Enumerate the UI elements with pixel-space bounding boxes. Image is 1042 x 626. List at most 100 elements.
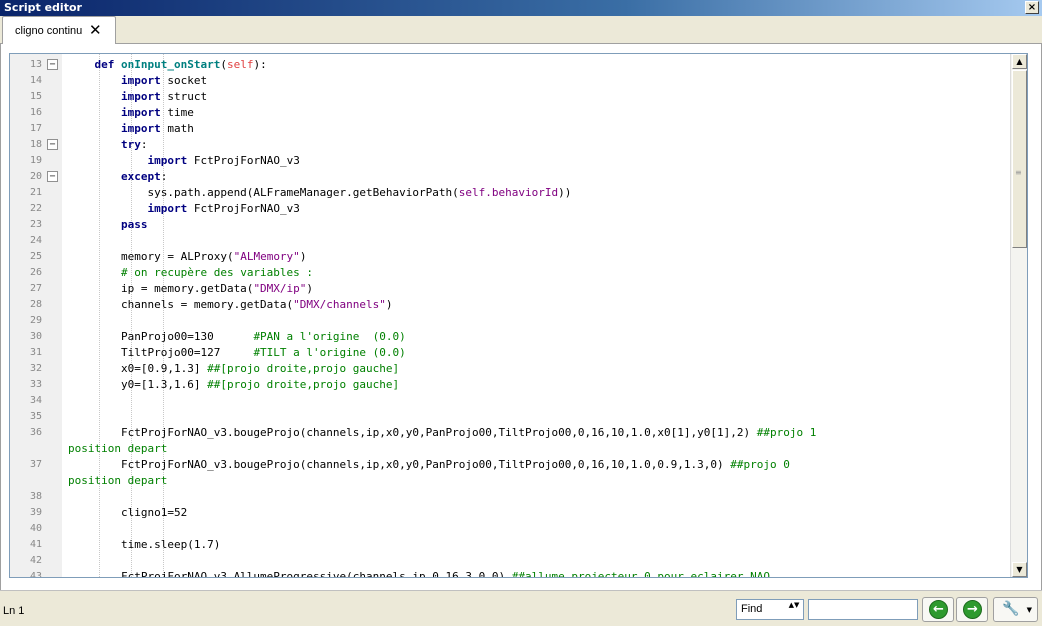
line-number: 14 [29, 75, 42, 86]
code-text: def onInput_onStart(self): [94, 58, 267, 71]
code-text: import time [120, 106, 194, 119]
code-text: y0=[1.3,1.6] ##[projo droite,projo gauch… [68, 378, 400, 391]
code-line[interactable]: 28 channels = memory.getData("DMX/channe… [10, 297, 1010, 313]
line-number: 31 [29, 347, 42, 358]
code-text: import struct [120, 90, 208, 103]
code-line[interactable]: 31 TiltProjo00=127 #TILT a l'origine (0.… [10, 345, 1010, 361]
fold-toggle-icon[interactable]: − [47, 59, 58, 70]
tab-bar: cligno continu ✕ [0, 16, 1042, 45]
code-line[interactable]: 38 [10, 489, 1010, 505]
code-line[interactable]: 33 y0=[1.3,1.6] ##[projo droite,projo ga… [10, 377, 1010, 393]
code-line[interactable]: 29 [10, 313, 1010, 329]
code-text: time.sleep(1.7) [68, 538, 221, 551]
line-number: 24 [29, 235, 42, 246]
code-line[interactable]: 40 [10, 521, 1010, 537]
find-mode-value: Find [741, 603, 763, 615]
code-line[interactable]: 26 # on recupère des variables : [10, 265, 1010, 281]
arrow-right-icon: → [963, 600, 982, 619]
line-number: 17 [29, 123, 42, 134]
find-next-button[interactable]: → [956, 597, 988, 622]
code-line[interactable]: 41 time.sleep(1.7) [10, 537, 1010, 553]
tab-cligno-continu[interactable]: cligno continu ✕ [2, 16, 116, 45]
code-text: FctProjForNAO_v3.AllumeProgressive(chann… [68, 570, 770, 578]
code-line-wrap[interactable]: position depart [10, 441, 1010, 457]
code-line[interactable]: 22 import FctProjForNAO_v3 [10, 201, 1010, 217]
code-line[interactable]: 20− except: [10, 169, 1010, 185]
code-line[interactable]: 30 PanProjo00=130 #PAN a l'origine (0.0) [10, 329, 1010, 345]
tools-menu-button[interactable]: 🔧 ▼ [993, 597, 1038, 622]
code-line[interactable]: 39 cligno1=52 [10, 505, 1010, 521]
find-previous-button[interactable]: ← [922, 597, 954, 622]
editor-panel: 13− def onInput_onStart(self): 14 import … [0, 44, 1042, 590]
line-number: 26 [29, 267, 42, 278]
code-editor[interactable]: 13− def onInput_onStart(self): 14 import … [9, 53, 1028, 578]
line-number: 23 [29, 219, 42, 230]
code-text: position depart [68, 474, 168, 487]
code-line[interactable]: 18− try: [10, 137, 1010, 153]
code-text: x0=[0.9,1.3] ##[projo droite,projo gauch… [68, 362, 400, 375]
code-text: memory = ALProxy("ALMemory") [68, 250, 307, 263]
code-line[interactable]: 13− def onInput_onStart(self): [10, 57, 1010, 73]
line-number: 18 [29, 139, 42, 150]
line-number: 33 [29, 379, 42, 390]
fold-toggle-icon[interactable]: − [47, 171, 58, 182]
code-line[interactable]: 19 import FctProjForNAO_v3 [10, 153, 1010, 169]
code-line[interactable]: 36 FctProjForNAO_v3.bougeProjo(channels,… [10, 425, 1010, 441]
scroll-up-button[interactable]: ▲ [1012, 54, 1027, 69]
chevron-down-icon: ▼ [1026, 606, 1032, 614]
window-title: Script editor [4, 1, 82, 14]
code-line-wrap[interactable]: position depart [10, 473, 1010, 489]
code-line[interactable]: 37 FctProjForNAO_v3.bougeProjo(channels,… [10, 457, 1010, 473]
vertical-scrollbar[interactable]: ▲ ≡ ▼ [1010, 54, 1027, 577]
code-text: cligno1=52 [68, 506, 188, 519]
line-number: 32 [29, 363, 42, 374]
line-number: 41 [29, 539, 42, 550]
code-text: import FctProjForNAO_v3 [147, 154, 300, 167]
code-line[interactable]: 34 [10, 393, 1010, 409]
line-number: 37 [29, 459, 42, 470]
cursor-position: Ln 1 [3, 605, 25, 617]
code-text: FctProjForNAO_v3.bougeProjo(channels,ip,… [68, 458, 790, 471]
code-line[interactable]: 32 x0=[0.9,1.3] ##[projo droite,projo ga… [10, 361, 1010, 377]
line-number: 15 [29, 91, 42, 102]
code-line[interactable]: 43 FctProjForNAO_v3.AllumeProgressive(ch… [10, 569, 1010, 578]
tab-label: cligno continu [15, 25, 83, 37]
find-mode-select[interactable]: Find ▲▼ [736, 599, 804, 620]
tab-close-icon[interactable]: ✕ [89, 21, 102, 39]
find-input[interactable] [808, 599, 918, 620]
code-line[interactable]: 17 import math [10, 121, 1010, 137]
code-text: import FctProjForNAO_v3 [147, 202, 300, 215]
line-number: 16 [29, 107, 42, 118]
code-line[interactable]: 24 [10, 233, 1010, 249]
code-text: channels = memory.getData("DMX/channels"… [68, 298, 393, 311]
window-close-button[interactable]: × [1025, 1, 1039, 14]
code-line[interactable]: 35 [10, 409, 1010, 425]
line-number: 42 [29, 555, 42, 566]
line-number: 35 [29, 411, 42, 422]
code-text: pass [120, 218, 148, 231]
line-number: 20 [29, 171, 42, 182]
window-titlebar: Script editor × [0, 0, 1042, 16]
code-text: # on recupère des variables : [120, 266, 314, 279]
status-bar: Ln 1 Find ▲▼ ← → 🔧 ▼ [0, 590, 1042, 626]
fold-toggle-icon[interactable]: − [47, 139, 58, 150]
code-line[interactable]: 14 import socket [10, 73, 1010, 89]
code-line[interactable]: 16 import time [10, 105, 1010, 121]
code-text: position depart [68, 442, 168, 455]
code-line[interactable]: 25 memory = ALProxy("ALMemory") [10, 249, 1010, 265]
code-text: PanProjo00=130 #PAN a l'origine (0.0) [68, 330, 406, 343]
code-line[interactable]: 15 import struct [10, 89, 1010, 105]
line-number: 38 [29, 491, 42, 502]
code-line[interactable]: 27 ip = memory.getData("DMX/ip") [10, 281, 1010, 297]
scroll-down-button[interactable]: ▼ [1012, 562, 1027, 577]
code-line[interactable]: 23 pass [10, 217, 1010, 233]
code-lines: 13− def onInput_onStart(self): 14 import … [10, 57, 1010, 578]
line-number: 30 [29, 331, 42, 342]
code-text: import math [120, 122, 194, 135]
code-line[interactable]: 42 [10, 553, 1010, 569]
scroll-thumb[interactable] [1012, 70, 1027, 248]
code-text: try: [120, 138, 148, 151]
code-text: FctProjForNAO_v3.bougeProjo(channels,ip,… [68, 426, 817, 439]
code-line[interactable]: 21 sys.path.append(ALFrameManager.getBeh… [10, 185, 1010, 201]
arrow-left-icon: ← [929, 600, 948, 619]
